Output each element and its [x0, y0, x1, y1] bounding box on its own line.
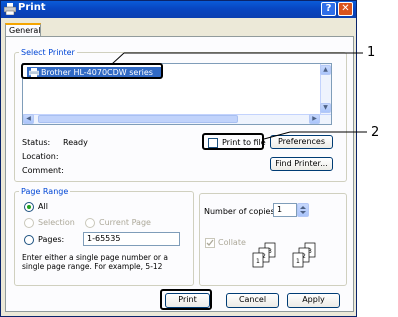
callout-number-2: 2: [371, 125, 380, 140]
callout-number-1: 1: [367, 45, 376, 60]
callout-lines: [111, 52, 367, 140]
